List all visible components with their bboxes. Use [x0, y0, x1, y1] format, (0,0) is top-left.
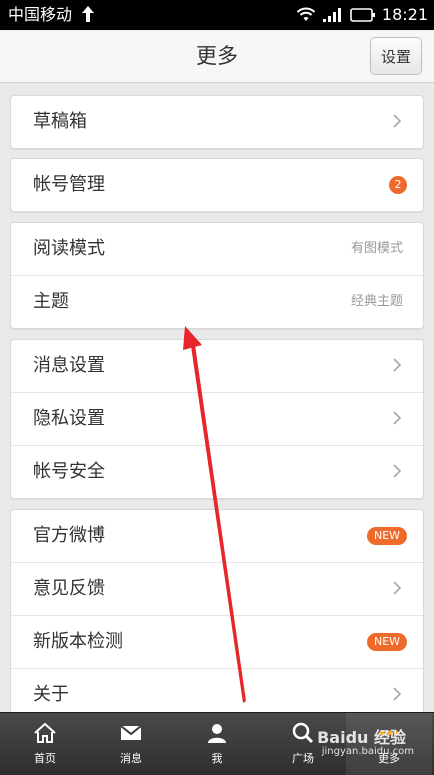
chevron-right-icon [393, 687, 401, 701]
signal-icon [322, 8, 341, 22]
list-item-label: 意见反馈 [33, 578, 105, 599]
list-item-label: 帐号安全 [33, 461, 105, 482]
list-item-label: 关于 [33, 684, 69, 705]
list-item-official-weibo[interactable]: 官方微博 NEW [11, 510, 423, 563]
clock: 18:21 [381, 5, 428, 24]
watermark-logo: Baidu 经验 [317, 728, 406, 747]
list-item-check-update[interactable]: 新版本检测 NEW [11, 616, 423, 669]
message-icon [120, 725, 142, 740]
profile-icon [208, 724, 226, 743]
tab-label: 首页 [34, 752, 56, 765]
list-item-label: 新版本检测 [33, 631, 123, 652]
group-settings: 消息设置 隐私设置 帐号安全 [10, 339, 424, 499]
group-drafts: 草稿箱 [10, 95, 424, 149]
list-item-label: 草稿箱 [33, 111, 87, 132]
chevron-right-icon [393, 411, 401, 425]
battery-icon [350, 8, 375, 22]
list-item-reading-mode[interactable]: 阅读模式 有图模式 [11, 223, 423, 276]
group-display: 阅读模式 有图模式 主题 经典主题 [10, 222, 424, 329]
chevron-right-icon [393, 464, 401, 478]
page-title: 更多 [196, 44, 238, 68]
title-bar: 更多 设置 [0, 30, 434, 83]
list-item-label: 官方微博 [33, 525, 105, 546]
list-item-theme[interactable]: 主题 经典主题 [11, 276, 423, 328]
new-badge: NEW [367, 527, 407, 545]
notification-count-badge: 2 [389, 176, 407, 194]
search-icon [292, 722, 314, 744]
list-item-account-security[interactable]: 帐号安全 [11, 446, 423, 498]
group-account: 帐号管理 2 [10, 158, 424, 212]
list-item-label: 主题 [33, 291, 69, 312]
theme-value: 经典主题 [350, 294, 403, 309]
list-item-label: 隐私设置 [33, 408, 105, 429]
group-about: 官方微博 NEW 意见反馈 新版本检测 NEW 关于 [10, 509, 424, 722]
list-item-label: 消息设置 [33, 355, 105, 376]
tab-home[interactable]: 首页 [2, 713, 88, 775]
list-item-drafts[interactable]: 草稿箱 [11, 96, 423, 148]
carrier-name: 中国移动 [8, 5, 73, 24]
list-item-label: 帐号管理 [33, 174, 105, 195]
reading-mode-value: 有图模式 [350, 241, 403, 256]
watermark-url: jingyan.baidu.com [321, 746, 414, 757]
tab-label: 我 [211, 752, 223, 765]
chevron-right-icon [393, 114, 401, 128]
upload-arrow-icon [82, 6, 94, 22]
list-item-label: 阅读模式 [33, 238, 105, 259]
chevron-right-icon [393, 358, 401, 372]
list-item-feedback[interactable]: 意见反馈 [11, 563, 423, 616]
settings-button[interactable]: 设置 [370, 37, 422, 75]
wifi-icon [296, 7, 316, 21]
tab-messages[interactable]: 消息 [88, 713, 174, 775]
status-bar: 中国移动 18:21 [0, 0, 434, 30]
home-icon [34, 722, 56, 743]
list-item-account-management[interactable]: 帐号管理 2 [11, 159, 423, 211]
tab-me[interactable]: 我 [174, 713, 260, 775]
list-item-message-settings[interactable]: 消息设置 [11, 340, 423, 393]
status-icons: 18:21 [296, 5, 428, 25]
tab-label: 消息 [120, 752, 142, 765]
chevron-right-icon [393, 581, 401, 595]
new-badge: NEW [367, 633, 407, 651]
list-item-privacy-settings[interactable]: 隐私设置 [11, 393, 423, 446]
